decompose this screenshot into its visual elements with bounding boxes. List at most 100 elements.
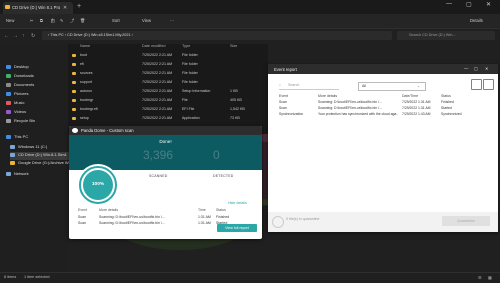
file-cell-type: File folder	[182, 71, 198, 75]
sidebar-item-label: Google Drive (G:)/Archive WM	[18, 160, 73, 165]
file-row[interactable]: bootmgr.efi 7/25/2022 2:21 AM EFI File 1,54…	[68, 106, 268, 113]
folder-icon	[72, 72, 76, 75]
sidebar-item-icon	[6, 64, 11, 69]
sidebar-item-5[interactable]: Videos	[6, 109, 26, 117]
cut-icon[interactable]: ✂	[30, 18, 34, 23]
sidebar-item-0[interactable]: Desktop	[6, 64, 29, 72]
minimize-icon[interactable]: —	[464, 66, 468, 71]
restore-icon[interactable]: ▢	[474, 66, 478, 71]
folder-icon	[72, 54, 76, 57]
sidebar-item-2[interactable]: Documents	[6, 82, 34, 90]
file-cell-type: File	[182, 98, 188, 102]
tab-cd-drive[interactable]: CD Drive (D:) Win 8.1 Pro ✕	[3, 2, 73, 14]
sidebar-item-icon	[6, 109, 11, 114]
evcol-status[interactable]: Status	[441, 94, 451, 98]
file-row[interactable]: bootmgr 7/25/2022 2:21 AM File 405 KB	[68, 97, 268, 104]
sidebar-item-3[interactable]: Pictures	[6, 91, 28, 99]
sidebar-item-label: Videos	[14, 109, 27, 114]
sidebar-item-1[interactable]: Downloads	[6, 73, 34, 81]
file-cell-date: 7/25/2022 2:21 AM	[142, 71, 173, 75]
panda-row-1-time: 1:31 AM	[198, 221, 211, 225]
sidebar-item-icon	[6, 73, 11, 78]
back-icon[interactable]: ←	[4, 33, 9, 39]
sidebar-item-11[interactable]: Network	[6, 171, 29, 179]
file-cell-name: bootmgr	[80, 98, 94, 102]
hide-details-link[interactable]: Hide details	[228, 201, 247, 205]
file-cell-date: 7/25/2022 2:21 AM	[142, 89, 173, 93]
file-cell-type: File folder	[182, 53, 198, 57]
delete-icon[interactable]: 🗑︎	[80, 18, 85, 24]
export-icon[interactable]	[471, 79, 482, 90]
new-tab-button[interactable]: +	[77, 3, 81, 10]
file-row[interactable]: boot 7/25/2022 2:21 AM File folder	[68, 52, 268, 59]
event-search-input[interactable]: ⌕ Search	[279, 82, 339, 90]
column-date[interactable]: Date modified	[142, 44, 165, 48]
details-button[interactable]: Details	[470, 18, 483, 23]
paste-icon[interactable]: 📋︎	[50, 18, 55, 24]
sidebar-item-8[interactable]: Windows 11 (C:)	[10, 144, 47, 152]
evcol-details[interactable]: More details	[318, 94, 337, 98]
sidebar-item-10[interactable]: Google Drive (G:)/Archive WM	[10, 160, 72, 168]
forward-icon[interactable]: →	[13, 33, 18, 39]
view-full-report-button[interactable]: View full report	[217, 224, 257, 232]
address-bar-row: ← → ↑ ↻ › This PC › CD Drive (D:) Win.x8…	[0, 29, 500, 43]
sidebar-item-icon	[6, 91, 11, 96]
tiles-view-icon[interactable]: ▦	[488, 275, 492, 280]
event-cell-details: Your protection has synchronized with th…	[318, 112, 398, 116]
sidebar-item-9[interactable]: CD Drive (D:) Win.8.1.Sim1	[10, 152, 70, 160]
panda-row-0-status: Finished	[216, 215, 230, 219]
quarantine-button[interactable]: Quarantine	[442, 216, 490, 226]
file-row[interactable]: support 7/25/2022 2:21 AM File folder	[68, 79, 268, 86]
share-icon[interactable]: ⤴	[70, 18, 74, 24]
rename-icon[interactable]: ✎	[60, 18, 64, 23]
view-button[interactable]: View	[142, 18, 151, 23]
evcol-datetime[interactable]: Date/Time	[402, 94, 418, 98]
close-icon[interactable]: ✕	[485, 66, 489, 71]
delete-report-icon[interactable]	[483, 79, 494, 90]
new-button[interactable]: New	[6, 18, 14, 23]
sidebar-item-label: Documents	[14, 82, 35, 87]
file-cell-date: 7/25/2022 2:21 AM	[142, 107, 173, 111]
panda-row-1-event: Scan	[78, 221, 86, 225]
list-view-icon[interactable]: ☰	[478, 275, 481, 280]
event-filter-select[interactable]: All ⌄	[358, 82, 426, 91]
sidebar-item-icon	[6, 118, 11, 123]
sidebar-item-6[interactable]: Recycle Bin	[6, 118, 35, 126]
column-name[interactable]: Name	[80, 44, 90, 48]
event-cell-status: Started	[441, 106, 452, 110]
column-size[interactable]: Size	[230, 44, 237, 48]
tab-close-icon[interactable]: ✕	[63, 5, 67, 11]
file-cell-name: efi	[80, 62, 84, 66]
more-button[interactable]: ···	[170, 18, 174, 23]
minimize-button[interactable]: —	[446, 1, 452, 7]
address-field[interactable]: › This PC › CD Drive (D:) Win.x8.1Sim1.M…	[42, 31, 392, 40]
refresh-icon[interactable]: ↻	[31, 33, 35, 39]
event-report-title-bar: Event report — ▢ ✕	[268, 64, 498, 74]
event-cell-event: Synchronization	[279, 112, 304, 116]
up-icon[interactable]: ↑	[22, 33, 25, 39]
sidebar-item-7[interactable]: This PC	[6, 134, 28, 142]
maximize-button[interactable]: ▢	[466, 1, 472, 8]
file-row[interactable]: setup 7/25/2022 2:21 AM Application 73 KB	[68, 115, 268, 122]
file-row[interactable]: efi 7/25/2022 2:21 AM File folder	[68, 61, 268, 68]
file-row[interactable]: sources 7/25/2022 2:21 AM File folder	[68, 70, 268, 77]
panda-col-event: Event	[78, 208, 87, 212]
close-window-button[interactable]: ✕	[486, 1, 491, 8]
event-filter-value: All	[362, 84, 366, 88]
sidebar-item-label: Downloads	[14, 73, 34, 78]
event-cell-datetime: 7/29/2022 1:31 AM	[402, 106, 431, 110]
scanned-label: SCANNED	[149, 174, 168, 178]
sidebar-item-label: Desktop	[14, 64, 29, 69]
command-bar: New ✂ ⧉ 📋︎ ✎ ⤴ 🗑︎ Sort View ··· Details	[0, 14, 500, 29]
file-cell-name: bootmgr.efi	[80, 107, 98, 111]
file-row[interactable]: autorun 7/25/2022 2:21 AM Setup Informatio…	[68, 88, 268, 95]
column-type[interactable]: Type	[182, 44, 190, 48]
sort-button[interactable]: Sort	[112, 18, 120, 23]
file-cell-type: EFI File	[182, 107, 195, 111]
copy-icon[interactable]: ⧉	[40, 18, 43, 23]
evcol-event[interactable]: Event	[279, 94, 288, 98]
sidebar-item-4[interactable]: Music	[6, 100, 24, 108]
panda-title: Panda Dome - Custom scan	[81, 128, 134, 133]
search-field[interactable]: Search CD Drive (D:) Win...	[397, 31, 495, 40]
file-cell-name: autorun	[80, 89, 93, 93]
